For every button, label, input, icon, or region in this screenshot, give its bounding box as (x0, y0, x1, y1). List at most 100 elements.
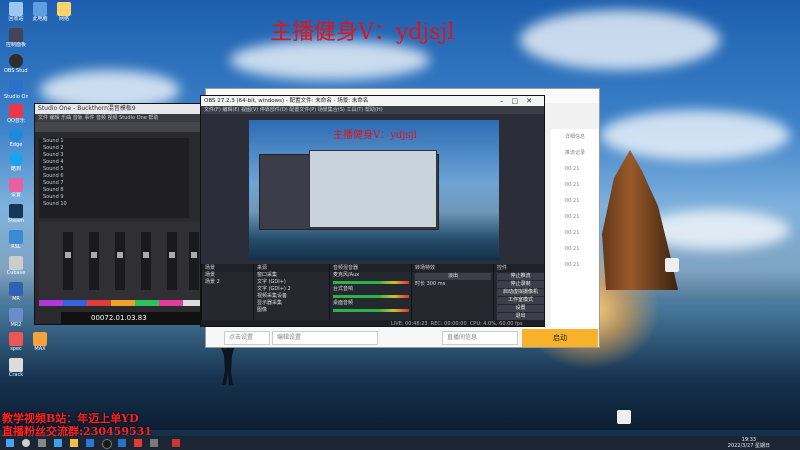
room-info-field[interactable]: 直播间信息 (442, 331, 518, 345)
transitions-dock[interactable]: 转场特效 淡出 时长 300 ms (411, 264, 494, 326)
track-item[interactable]: Sound 8 (39, 187, 189, 194)
icon-label: 回收站 (8, 16, 24, 22)
desktop-icon-steam[interactable]: Steam (4, 204, 28, 232)
settings-button[interactable]: 设置 (497, 305, 544, 312)
desktop-icon-network[interactable]: 网络 (52, 2, 76, 30)
icon-label: OBS Studio (4, 68, 28, 74)
source-item[interactable]: 文字 (GDI+) (254, 279, 330, 286)
obs-menu-bar[interactable]: 文件(F) 编辑(E) 视图(V) 停靠部件(D) 配置文件(P) 场景集合(S… (201, 106, 544, 114)
desktop-icon-this-pc[interactable]: 此电脑 (28, 2, 52, 30)
desktop-icon-cubase[interactable]: Cubase (4, 256, 28, 284)
task-view-icon[interactable] (38, 439, 46, 447)
studio-mixer[interactable] (39, 222, 207, 300)
transition-select[interactable]: 淡出 (415, 273, 491, 280)
track-item[interactable]: Sound 6 (39, 173, 189, 180)
start-icon[interactable] (6, 439, 14, 447)
side-item: 00:21 (565, 230, 580, 236)
studio-one-window[interactable]: Studio One - Buckthorn混音模板9 文件 编辑 乐曲 音轨 … (34, 103, 210, 325)
channel-fader[interactable] (167, 232, 177, 290)
app-taskbar-icon[interactable] (134, 439, 142, 447)
desktop-icon-file[interactable] (660, 258, 684, 286)
exit-button[interactable]: 退出 (497, 313, 544, 320)
side-item: 00:21 (565, 166, 580, 172)
source-item[interactable]: 图像 (254, 307, 330, 314)
desktop-icon-document[interactable] (612, 410, 636, 438)
track-item[interactable]: Sound 9 (39, 194, 189, 201)
side-item: 详细信息 (565, 134, 586, 140)
search-icon[interactable] (22, 439, 30, 447)
stop-streaming-button[interactable]: 停止推流 (497, 273, 544, 280)
channel-fader[interactable] (141, 232, 151, 290)
transitions-header: 转场特效 (412, 264, 494, 272)
source-item[interactable]: 文字 (GDI+) 2 (254, 286, 330, 293)
studio-toolbar[interactable] (35, 122, 209, 132)
desktop-icon-spec[interactable]: spec (4, 332, 28, 360)
store-taskbar-icon[interactable] (86, 439, 94, 447)
icon-label: spec (10, 346, 22, 352)
desktop-icon-max[interactable]: MAX (28, 332, 52, 360)
desktop-icon-settings[interactable]: 设置 (4, 178, 28, 206)
track-item[interactable]: Sound 5 (39, 166, 189, 173)
volume-meter (333, 309, 409, 312)
side-item: 00:21 (565, 262, 580, 268)
channel-fader[interactable] (115, 232, 125, 290)
sources-dock[interactable]: 来源 窗口采集 文字 (GDI+) 文字 (GDI+) 2 视频采集设备 显示器… (253, 264, 330, 326)
icon-label: 控制面板 (5, 42, 26, 48)
side-item: 推流记录 (565, 150, 586, 156)
edge-taskbar-icon[interactable] (54, 439, 62, 447)
desktop-icon-recycle-bin[interactable]: 回收站 (4, 2, 28, 30)
track-item[interactable]: Sound 7 (39, 180, 189, 187)
obs-preview[interactable]: 主播健身V：ydjsjl (249, 120, 499, 260)
setting-field[interactable]: 点击设置 (224, 331, 270, 345)
studio-one-taskbar-icon[interactable] (118, 439, 126, 447)
desktop-icon-rsl[interactable]: RSL (4, 230, 28, 258)
side-item: 00:21 (565, 246, 580, 252)
audio-mixer-dock[interactable]: 音频混音器 麦克风/Aux 台式音响 桌面音频 (329, 264, 412, 326)
track-item[interactable]: Sound 4 (39, 159, 189, 166)
stream-overlay-title: 主播健身V：ydjsjl (270, 20, 455, 45)
app3-taskbar-icon[interactable] (172, 439, 180, 447)
source-item[interactable]: 显示器采集 (254, 300, 330, 307)
desktop-icon-kugou[interactable]: 酷狗 (4, 152, 28, 180)
source-item[interactable]: 视频采集设备 (254, 293, 330, 300)
taskbar-clock[interactable]: 19:33 2022/3/27 星期日 (728, 437, 770, 449)
scene-item[interactable]: 场景 2 (202, 279, 254, 286)
icon-label: Steam (7, 218, 25, 224)
transition-duration[interactable]: 时长 300 ms (412, 281, 494, 288)
mixer-channel-label: 桌面音频 (333, 300, 354, 306)
desktop-icon-crack[interactable]: Crack (4, 358, 28, 386)
studio-track-list[interactable]: Sound 1 Sound 2 Sound 3 Sound 4 Sound 5 … (39, 138, 189, 218)
scene-item[interactable]: 场景 (202, 272, 254, 279)
volume-meter (333, 281, 409, 284)
channel-fader[interactable] (63, 232, 73, 290)
desktop-icon-obs[interactable]: OBS Studio (4, 54, 28, 82)
obs-window[interactable]: OBS 27.2.3 (64-bit, windows) - 配置文件: 未命名… (200, 95, 545, 327)
stop-recording-button[interactable]: 停止录制 (497, 281, 544, 288)
edit-setting-field[interactable]: 编辑设置 (272, 331, 378, 345)
track-item[interactable]: Sound 3 (39, 152, 189, 159)
icon-label: QQ音乐 (7, 118, 25, 124)
window-controls[interactable]: –□✕ (500, 96, 540, 106)
nested-obs-capture (309, 150, 437, 228)
track-item[interactable]: Sound 10 (39, 201, 189, 208)
desktop-icon-mr[interactable]: MR (4, 282, 28, 310)
studio-menu-bar[interactable]: 文件 编辑 乐曲 音轨 事件 音频 视频 Studio One 帮助 (35, 114, 209, 122)
desktop-icon-control-panel[interactable]: 控制面板 (4, 28, 28, 56)
channel-fader[interactable] (189, 232, 199, 290)
channel-fader[interactable] (89, 232, 99, 290)
start-live-button[interactable]: 启动 (522, 329, 598, 347)
icon-label: Cubase (6, 270, 26, 276)
scenes-dock[interactable]: 场景 场景 场景 2 (201, 264, 254, 326)
track-item[interactable]: Sound 1 (39, 138, 189, 145)
obs-taskbar-icon[interactable] (102, 439, 112, 449)
track-item[interactable]: Sound 2 (39, 145, 189, 152)
virtual-camera-button[interactable]: 启动虚拟摄像机 (497, 289, 544, 296)
app2-taskbar-icon[interactable] (150, 439, 158, 447)
scenes-header: 场景 (202, 264, 254, 272)
source-item[interactable]: 窗口采集 (254, 272, 330, 279)
explorer-taskbar-icon[interactable] (70, 439, 78, 447)
controls-dock[interactable]: 控件 停止推流 停止录制 启动虚拟摄像机 工作室模式 设置 退出 (493, 264, 544, 326)
preview-overlay-text: 主播健身V：ydjsjl (333, 130, 417, 141)
studio-mode-button[interactable]: 工作室模式 (497, 297, 544, 304)
side-item: 00:21 (565, 182, 580, 188)
